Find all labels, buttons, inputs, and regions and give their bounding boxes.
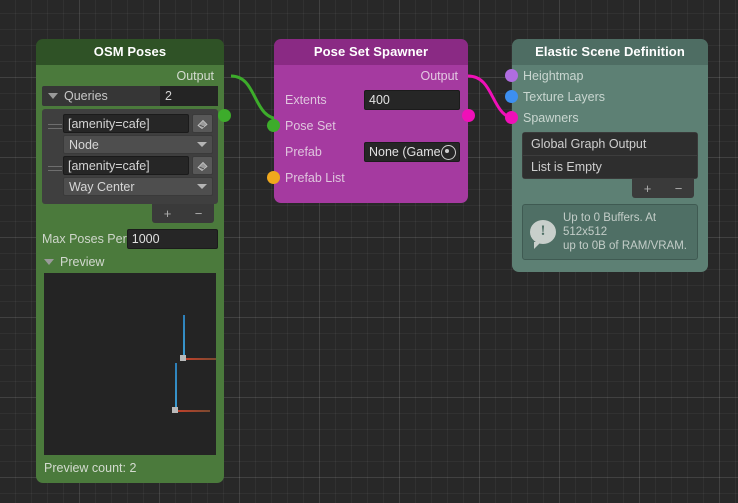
remove-output-button[interactable]: − bbox=[675, 182, 683, 195]
scene-add-remove-bar: + − bbox=[632, 179, 694, 198]
node-title: Pose Set Spawner bbox=[274, 39, 468, 65]
object-picker-icon[interactable] bbox=[440, 144, 456, 160]
port-output-poses[interactable] bbox=[218, 109, 231, 122]
tag-glyph bbox=[197, 161, 208, 172]
preview-label: Preview bbox=[60, 255, 105, 269]
tag-picker-icon[interactable] bbox=[192, 156, 213, 175]
extents-label: Extents bbox=[285, 93, 327, 107]
info-text: Up to 0 Buffers. At 512x512 up to 0B of … bbox=[563, 211, 690, 253]
chevron-down-icon bbox=[44, 259, 54, 265]
tag-glyph bbox=[197, 119, 208, 130]
node-elastic-scene-definition[interactable]: Elastic Scene Definition Heightmap Textu… bbox=[505, 39, 708, 272]
drag-handle-icon[interactable] bbox=[47, 114, 63, 132]
port-input-spawners[interactable] bbox=[505, 111, 518, 124]
node-title: OSM Poses bbox=[36, 39, 224, 65]
list-item[interactable]: [amenity=cafe] Node bbox=[47, 114, 213, 154]
chevron-down-icon bbox=[197, 142, 207, 147]
node-body: Heightmap Texture Layers Spawners Global… bbox=[505, 65, 708, 272]
node-pose-set-spawner[interactable]: Pose Set Spawner Output Extents 400 Pose… bbox=[267, 39, 475, 203]
port-input-heightmap[interactable] bbox=[505, 69, 518, 82]
prefab-list-label: Prefab List bbox=[285, 171, 345, 185]
port-row-output: Output bbox=[36, 65, 224, 86]
queries-label: Queries bbox=[64, 89, 108, 103]
heightmap-row: Heightmap bbox=[505, 65, 708, 86]
max-poses-row: Max Poses Per 1000 bbox=[42, 228, 218, 250]
query-mode-value: Way Center bbox=[69, 179, 135, 194]
port-input-prefab-list[interactable] bbox=[267, 171, 280, 184]
extents-row: Extents 400 bbox=[274, 87, 468, 113]
node-graph-canvas[interactable]: OSM Poses Output Queries 2 [amenity=cafe… bbox=[0, 0, 738, 503]
node-body: Output Queries 2 [amenity=cafe] Node [am… bbox=[36, 65, 231, 483]
prefab-list-row: Prefab List bbox=[267, 165, 468, 191]
max-poses-label: Max Poses Per bbox=[42, 232, 127, 246]
query-fields: [amenity=cafe] Node bbox=[63, 114, 213, 154]
port-output-spawner[interactable] bbox=[462, 109, 475, 122]
spawners-label: Spawners bbox=[523, 110, 579, 125]
prefab-row: Prefab None (Game bbox=[274, 139, 468, 165]
query-filter-input[interactable]: [amenity=cafe] bbox=[63, 156, 189, 175]
queries-count-field[interactable]: 2 bbox=[160, 86, 218, 106]
add-query-button[interactable]: + bbox=[164, 207, 172, 220]
node-osm-poses[interactable]: OSM Poses Output Queries 2 [amenity=cafe… bbox=[36, 39, 231, 483]
exclamation-glyph: ! bbox=[540, 223, 546, 239]
query-filter-row: [amenity=cafe] bbox=[63, 114, 213, 133]
info-box: ! Up to 0 Buffers. At 512x512 up to 0B o… bbox=[522, 204, 698, 260]
query-filter-row: [amenity=cafe] bbox=[63, 156, 213, 175]
list-header: Global Graph Output bbox=[523, 133, 697, 156]
query-filter-input[interactable]: [amenity=cafe] bbox=[63, 114, 189, 133]
query-mode-dropdown[interactable]: Way Center bbox=[63, 177, 213, 196]
query-mode-dropdown[interactable]: Node bbox=[63, 135, 213, 154]
list-item[interactable]: [amenity=cafe] Way Center bbox=[47, 156, 213, 196]
heightmap-label: Heightmap bbox=[523, 68, 584, 83]
info-line-2: up to 0B of RAM/VRAM. bbox=[563, 240, 687, 252]
global-graph-output-list: Global Graph Output List is Empty bbox=[522, 132, 698, 179]
info-bubble-icon: ! bbox=[530, 220, 556, 249]
query-fields: [amenity=cafe] Way Center bbox=[63, 156, 213, 196]
node-title: Elastic Scene Definition bbox=[512, 39, 708, 65]
prefab-object-field[interactable]: None (Game bbox=[364, 142, 460, 162]
drag-handle-icon[interactable] bbox=[47, 156, 63, 174]
add-output-button[interactable]: + bbox=[644, 182, 652, 195]
extents-input[interactable]: 400 bbox=[364, 90, 460, 110]
preview-count-label: Preview count: 2 bbox=[44, 461, 137, 475]
chevron-down-icon bbox=[197, 184, 207, 189]
pose-set-row: Pose Set bbox=[267, 113, 468, 139]
preview-viewport[interactable] bbox=[44, 273, 216, 455]
query-mode-value: Node bbox=[69, 137, 99, 152]
wire-osm-to-poseset bbox=[230, 74, 281, 121]
port-row-output: Output bbox=[274, 65, 468, 87]
port-label-output: Output bbox=[176, 68, 214, 83]
remove-query-button[interactable]: − bbox=[195, 207, 203, 220]
queries-add-remove-bar: + − bbox=[152, 204, 214, 223]
chevron-down-icon bbox=[48, 93, 58, 99]
port-label-output: Output bbox=[420, 69, 458, 83]
preview-foldout-header[interactable]: Preview bbox=[44, 255, 224, 269]
max-poses-input[interactable]: 1000 bbox=[126, 229, 218, 249]
texture-layers-row: Texture Layers bbox=[505, 86, 708, 107]
tag-picker-icon[interactable] bbox=[192, 114, 213, 133]
prefab-value: None (Game bbox=[369, 144, 441, 159]
texture-layers-label: Texture Layers bbox=[523, 89, 605, 104]
spawners-row: Spawners bbox=[505, 107, 708, 128]
queries-foldout-header[interactable]: Queries 2 bbox=[42, 86, 218, 106]
list-empty-label: List is Empty bbox=[523, 156, 697, 178]
port-input-pose-set[interactable] bbox=[267, 119, 280, 132]
port-input-texture-layers[interactable] bbox=[505, 90, 518, 103]
prefab-label: Prefab bbox=[285, 145, 322, 159]
pose-set-label: Pose Set bbox=[285, 119, 336, 133]
info-line-1: Up to 0 Buffers. At 512x512 bbox=[563, 212, 657, 238]
node-body: Output Extents 400 Pose Set Prefab None … bbox=[267, 65, 475, 203]
queries-list: [amenity=cafe] Node [amenity=cafe] Way C… bbox=[42, 109, 218, 204]
